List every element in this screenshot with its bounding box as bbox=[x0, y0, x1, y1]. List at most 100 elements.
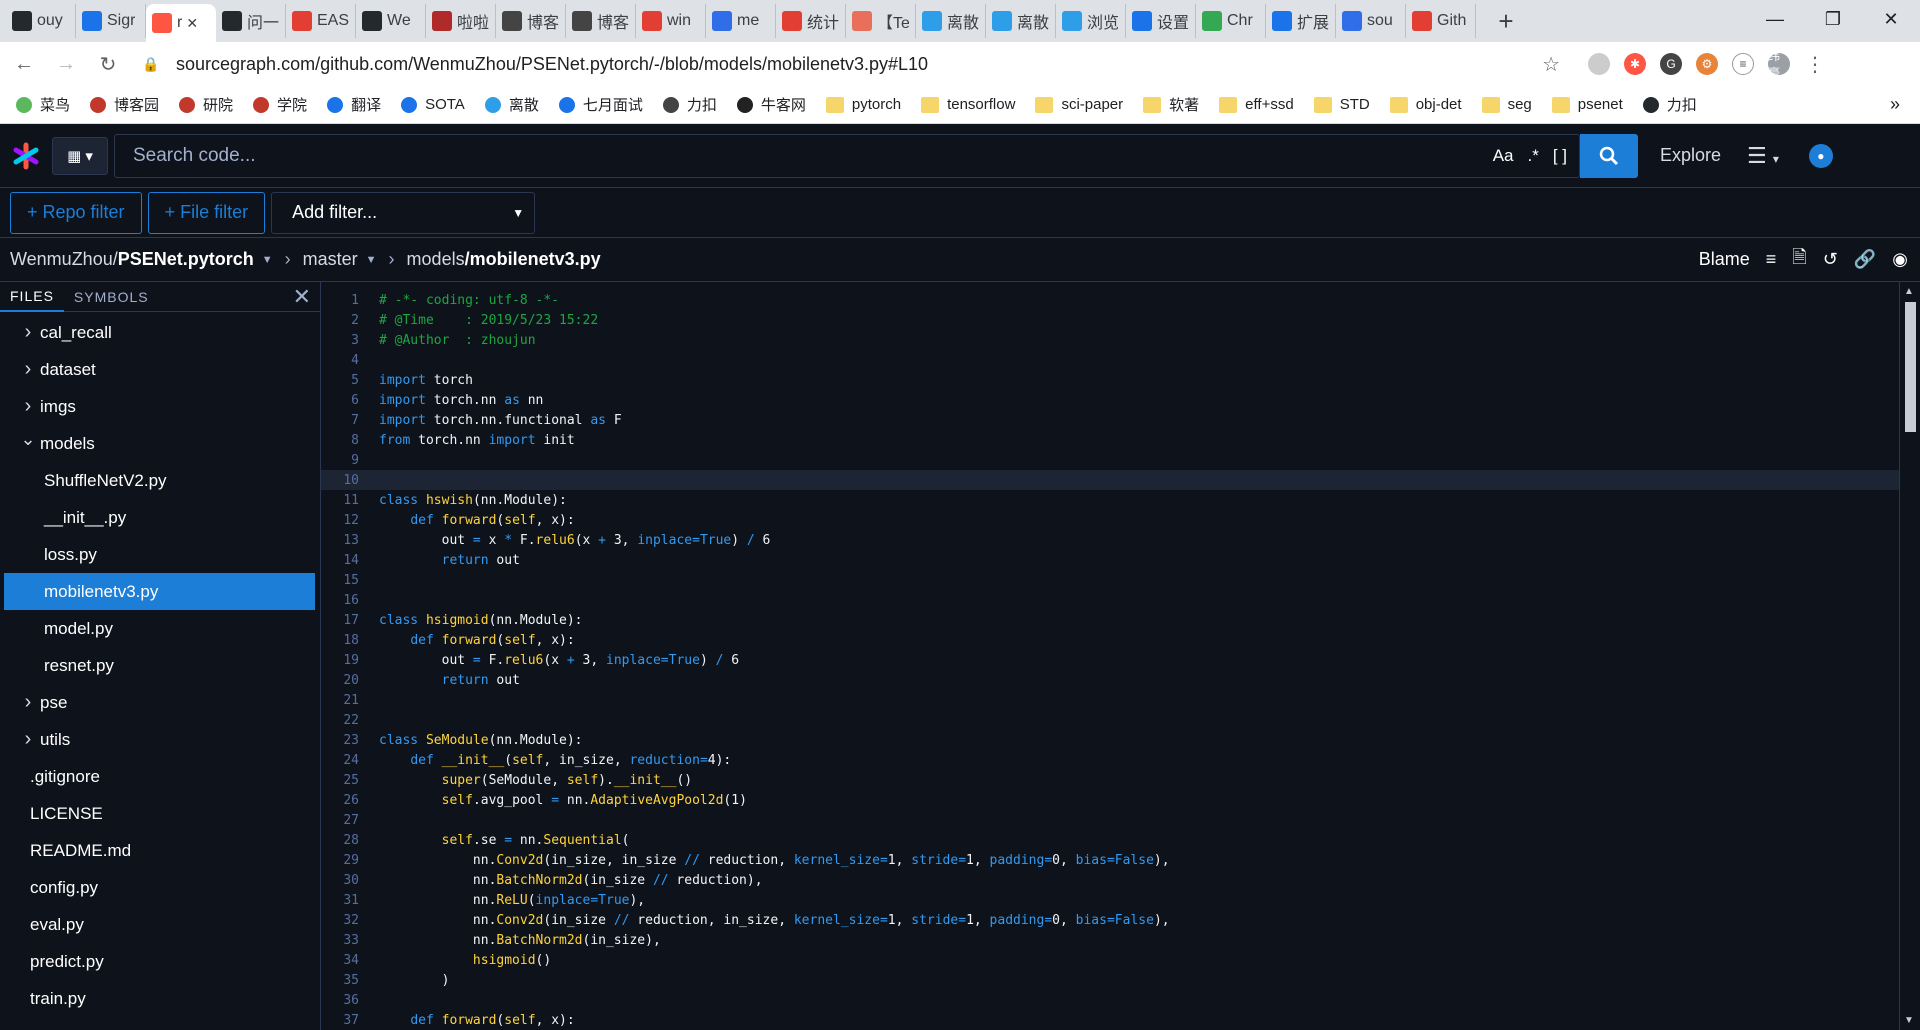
code-line[interactable]: 1 # -*- coding: utf-8 -*- bbox=[321, 290, 1899, 310]
chevron-right-icon[interactable]: › bbox=[18, 728, 38, 751]
code-line[interactable]: 26 self.avg_pool = nn.AdaptiveAvgPool2d(… bbox=[321, 790, 1899, 810]
line-number[interactable]: 18 bbox=[321, 633, 359, 648]
wrap-lines-icon[interactable]: ≡ bbox=[1766, 249, 1777, 270]
line-number[interactable]: 13 bbox=[321, 533, 359, 548]
tree-file[interactable]: config.py bbox=[0, 869, 320, 906]
chevron-right-icon[interactable]: › bbox=[18, 691, 38, 714]
minimize-icon[interactable]: — bbox=[1746, 0, 1804, 38]
user-avatar[interactable]: ● bbox=[1808, 143, 1833, 168]
history-icon[interactable]: ↺ bbox=[1823, 249, 1838, 270]
scroll-up-icon[interactable]: ▲ bbox=[1904, 286, 1914, 297]
case-sensitive-toggle[interactable]: Aa bbox=[1493, 146, 1514, 166]
code-line[interactable]: 10 bbox=[321, 470, 1899, 490]
chevron-down-icon[interactable]: ▼ bbox=[262, 254, 273, 266]
bookmark-item[interactable]: sci-paper bbox=[1035, 96, 1123, 113]
close-window-icon[interactable]: ✕ bbox=[1862, 0, 1920, 38]
line-number[interactable]: 10 bbox=[321, 473, 359, 488]
line-number[interactable]: 16 bbox=[321, 593, 359, 608]
sourcegraph-extension-icon[interactable]: ✱ bbox=[1624, 53, 1646, 75]
extension-icon[interactable]: ⚙ bbox=[1696, 53, 1718, 75]
browser-tab[interactable]: sou bbox=[1336, 4, 1406, 38]
line-number[interactable]: 36 bbox=[321, 993, 359, 1008]
code-line[interactable]: 36 bbox=[321, 990, 1899, 1010]
browser-tab[interactable]: 设置 bbox=[1126, 4, 1196, 38]
code-line[interactable]: 29 nn.Conv2d(in_size, in_size // reducti… bbox=[321, 850, 1899, 870]
tree-folder[interactable]: ⌄ models bbox=[0, 425, 320, 462]
search-mode-dropdown[interactable]: ▦ ▾ bbox=[52, 136, 108, 175]
browser-tab[interactable]: me bbox=[706, 4, 776, 38]
browser-tab[interactable]: r ✕ bbox=[146, 4, 216, 42]
browser-tab[interactable]: 博客 bbox=[496, 4, 566, 38]
line-number[interactable]: 1 bbox=[321, 293, 359, 308]
line-number[interactable]: 4 bbox=[321, 353, 359, 368]
browser-tab[interactable]: Chr bbox=[1196, 4, 1266, 38]
browser-tab[interactable]: 离散 bbox=[986, 4, 1056, 38]
browser-tab[interactable]: We bbox=[356, 4, 426, 38]
tab-files[interactable]: FILES bbox=[0, 282, 64, 312]
line-number[interactable]: 30 bbox=[321, 873, 359, 888]
bookmark-item[interactable]: 牛客网 bbox=[736, 94, 806, 115]
tree-file[interactable]: resnet.py bbox=[0, 647, 320, 684]
line-number[interactable]: 11 bbox=[321, 493, 359, 508]
code-line[interactable]: 23 class SeModule(nn.Module): bbox=[321, 730, 1899, 750]
code-line[interactable]: 30 nn.BatchNorm2d(in_size // reduction), bbox=[321, 870, 1899, 890]
extension-icon[interactable]: G bbox=[1660, 53, 1682, 75]
code-line[interactable]: 22 bbox=[321, 710, 1899, 730]
browser-tab[interactable]: 博客 bbox=[566, 4, 636, 38]
code-line[interactable]: 13 out = x * F.relu6(x + 3, inplace=True… bbox=[321, 530, 1899, 550]
bookmark-item[interactable]: 软著 bbox=[1143, 94, 1199, 115]
chevron-right-icon[interactable]: › bbox=[18, 395, 38, 418]
browser-tab[interactable]: 扩展 bbox=[1266, 4, 1336, 38]
code-line[interactable]: 31 nn.ReLU(inplace=True), bbox=[321, 890, 1899, 910]
line-number[interactable]: 27 bbox=[321, 813, 359, 828]
code-line[interactable]: 37 def forward(self, x): bbox=[321, 1010, 1899, 1030]
tree-file[interactable]: train.py bbox=[0, 980, 320, 1017]
forward-icon[interactable]: → bbox=[48, 46, 84, 82]
code-line[interactable]: 35 ) bbox=[321, 970, 1899, 990]
file-filter-button[interactable]: + File filter bbox=[147, 191, 266, 234]
line-number[interactable]: 2 bbox=[321, 313, 359, 328]
code-line[interactable]: 25 super(SeModule, self).__init__() bbox=[321, 770, 1899, 790]
reading-list-icon[interactable]: ≡ bbox=[1732, 53, 1754, 75]
browser-tab[interactable]: 统计 bbox=[776, 4, 846, 38]
line-number[interactable]: 31 bbox=[321, 893, 359, 908]
code-line[interactable]: 24 def __init__(self, in_size, reduction… bbox=[321, 750, 1899, 770]
sourcegraph-logo-icon[interactable] bbox=[0, 142, 52, 170]
tree-folder[interactable]: › dataset bbox=[0, 351, 320, 388]
bookmark-item[interactable]: tensorflow bbox=[921, 96, 1015, 113]
bookmark-item[interactable]: 七月面试 bbox=[558, 94, 643, 115]
line-number[interactable]: 21 bbox=[321, 693, 359, 708]
line-number[interactable]: 14 bbox=[321, 553, 359, 568]
code-line[interactable]: 7 import torch.nn.functional as F bbox=[321, 410, 1899, 430]
bookmark-item[interactable]: 学院 bbox=[253, 94, 307, 115]
line-number[interactable]: 23 bbox=[321, 733, 359, 748]
line-number[interactable]: 37 bbox=[321, 1013, 359, 1028]
line-number[interactable]: 26 bbox=[321, 793, 359, 808]
line-number[interactable]: 35 bbox=[321, 973, 359, 988]
tree-file[interactable]: eval.py bbox=[0, 906, 320, 943]
browser-tab[interactable]: ouy bbox=[6, 4, 76, 38]
url-omnibox[interactable]: 🔒 sourcegraph.com/github.com/WenmuZhou/P… bbox=[134, 47, 1574, 81]
back-icon[interactable]: ← bbox=[6, 46, 42, 82]
browser-tab[interactable]: EAS bbox=[286, 4, 356, 38]
browser-tab[interactable]: Gith bbox=[1406, 4, 1476, 38]
code-line[interactable]: 20 return out bbox=[321, 670, 1899, 690]
scrollbar-thumb[interactable] bbox=[1905, 302, 1916, 432]
browser-tab[interactable]: win bbox=[636, 4, 706, 38]
permalink-icon[interactable]: 🔗 bbox=[1854, 249, 1876, 270]
browser-tab[interactable]: 【Te bbox=[846, 4, 916, 38]
code-line[interactable]: 6 import torch.nn as nn bbox=[321, 390, 1899, 410]
explore-link[interactable]: Explore bbox=[1660, 145, 1721, 166]
line-number[interactable]: 28 bbox=[321, 833, 359, 848]
code-line[interactable]: 9 bbox=[321, 450, 1899, 470]
path-dir-link[interactable]: models bbox=[407, 249, 465, 270]
line-number[interactable]: 9 bbox=[321, 453, 359, 468]
line-number[interactable]: 22 bbox=[321, 713, 359, 728]
tree-file[interactable]: mobilenetv3.py bbox=[4, 573, 315, 610]
line-number[interactable]: 12 bbox=[321, 513, 359, 528]
code-line[interactable]: 17 class hsigmoid(nn.Module): bbox=[321, 610, 1899, 630]
browser-tab[interactable]: 离散 bbox=[916, 4, 986, 38]
line-number[interactable]: 15 bbox=[321, 573, 359, 588]
bookmark-item[interactable]: 菜鸟 bbox=[16, 94, 70, 115]
close-icon[interactable]: ✕ bbox=[293, 284, 312, 310]
